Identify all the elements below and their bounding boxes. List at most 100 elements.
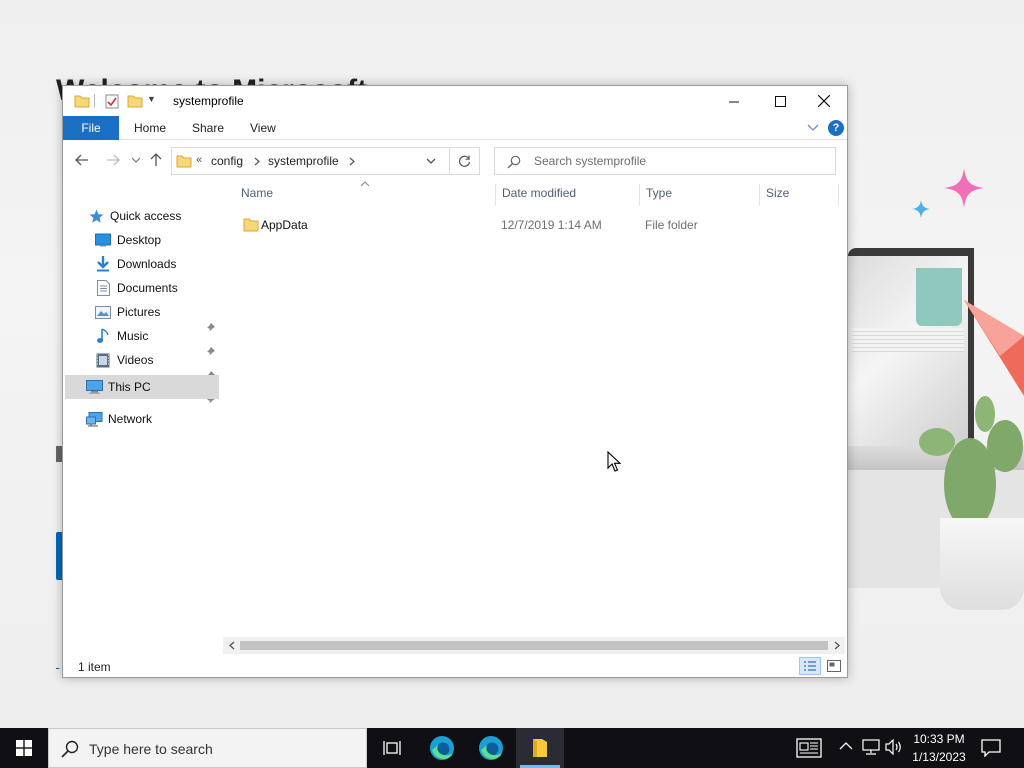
breadcrumb-overflow[interactable]: «	[196, 154, 202, 166]
volume-icon[interactable]	[885, 739, 903, 755]
nav-item-label: Quick access	[110, 209, 182, 223]
taskbar: Type here to search 10:33 PM 1/13/2023	[0, 728, 1024, 768]
start-button[interactable]	[0, 728, 48, 768]
arrow-up-icon	[150, 153, 162, 166]
recent-locations-button[interactable]	[126, 150, 146, 170]
nav-item-music[interactable]: Music	[94, 324, 148, 348]
news-and-interests-icon[interactable]	[796, 738, 822, 758]
close-button[interactable]	[801, 86, 847, 116]
tab-share[interactable]: Share	[182, 116, 234, 140]
nav-item-downloads[interactable]: Downloads	[94, 252, 176, 276]
downloads-icon	[94, 255, 112, 273]
scroll-left-button[interactable]	[223, 637, 240, 654]
edge-icon	[430, 736, 454, 760]
column-header-date-modified[interactable]: Date modified	[502, 186, 576, 204]
maximize-button[interactable]	[757, 86, 803, 116]
network-icon	[85, 410, 103, 428]
column-header-type[interactable]: Type	[646, 186, 672, 204]
chevron-right-icon[interactable]	[254, 157, 260, 166]
column-divider[interactable]	[495, 184, 496, 206]
documents-icon	[94, 279, 112, 297]
file-date-modified: 12/7/2019 1:14 AM	[501, 218, 602, 232]
forward-button[interactable]	[103, 150, 123, 170]
taskbar-app-edge[interactable]	[418, 728, 466, 768]
file-explorer-window: ▼ systemprofile File Home Share View ? «…	[62, 85, 848, 678]
properties-icon[interactable]	[105, 94, 119, 109]
tab-file[interactable]: File	[63, 116, 119, 140]
search-icon	[507, 155, 521, 169]
breadcrumb-config[interactable]: config	[211, 154, 243, 168]
nav-item-label: Network	[108, 412, 153, 426]
refresh-button[interactable]	[449, 147, 480, 175]
up-button[interactable]	[146, 150, 166, 170]
nav-item-desktop[interactable]: Desktop	[94, 228, 161, 252]
column-divider[interactable]	[759, 184, 760, 206]
pin-icon	[206, 347, 215, 356]
new-folder-icon[interactable]	[127, 94, 143, 108]
mouse-cursor-icon	[607, 451, 621, 472]
column-divider[interactable]	[838, 184, 839, 206]
navigation-pane: Quick access Desktop Downloads Documents	[63, 180, 220, 645]
network-icon[interactable]	[862, 739, 880, 755]
minimize-icon	[728, 101, 739, 102]
details-view-button[interactable]	[799, 657, 821, 675]
edge-icon	[479, 736, 503, 760]
nav-item-videos[interactable]: Videos	[94, 348, 153, 372]
expand-ribbon-chevron-icon[interactable]	[807, 121, 819, 133]
file-row[interactable]: AppData 12/7/2019 1:14 AM File folder	[238, 214, 838, 236]
large-icons-view-button[interactable]	[824, 657, 844, 675]
clock-date[interactable]: 1/13/2023	[906, 750, 972, 764]
background-link	[56, 656, 59, 670]
details-view-icon	[804, 661, 816, 671]
videos-icon	[94, 351, 112, 369]
chevron-left-icon	[228, 641, 234, 650]
ribbon-tabs: File Home Share View ?	[63, 116, 847, 140]
horizontal-scrollbar[interactable]	[223, 637, 845, 654]
scrollbar-thumb[interactable]	[240, 641, 828, 650]
show-hidden-icons-chevron-up-icon[interactable]	[839, 740, 853, 752]
task-view-icon	[383, 741, 401, 755]
tab-home[interactable]: Home	[124, 116, 176, 140]
search-box[interactable]: Search systemprofile	[494, 147, 836, 175]
chevron-down-icon	[132, 157, 140, 163]
cactus-illustration	[919, 396, 1023, 530]
books-illustration	[852, 328, 964, 352]
nav-item-label: Pictures	[117, 305, 161, 319]
customize-toolbar-dropdown-icon[interactable]: ▼	[147, 94, 156, 104]
column-divider[interactable]	[639, 184, 640, 206]
desktop-icon	[94, 231, 112, 249]
tab-view[interactable]: View	[240, 116, 286, 140]
navigation-bar: « config systemprofile Search systemprof…	[63, 140, 847, 180]
nav-item-network[interactable]: Network	[85, 407, 152, 431]
arrow-left-icon	[75, 154, 88, 166]
pictures-icon	[94, 303, 112, 321]
taskbar-app-file-explorer[interactable]	[516, 728, 564, 768]
column-header-size[interactable]: Size	[766, 186, 789, 204]
minimize-button[interactable]	[711, 86, 757, 116]
file-type: File folder	[645, 218, 698, 232]
help-button[interactable]: ?	[828, 120, 844, 136]
address-history-chevron-down-icon[interactable]	[426, 158, 436, 165]
clock-time[interactable]: 10:33 PM	[906, 732, 972, 746]
column-header-name[interactable]: Name	[241, 186, 273, 204]
file-name: AppData	[261, 218, 308, 232]
back-button[interactable]	[72, 150, 92, 170]
search-icon	[61, 740, 79, 758]
arrow-right-icon	[107, 154, 120, 166]
nav-item-quick-access[interactable]: Quick access	[87, 204, 181, 228]
pot-illustration	[940, 518, 1024, 610]
taskbar-app-edge[interactable]	[467, 728, 515, 768]
nav-item-this-pc[interactable]: This PC	[85, 375, 151, 399]
nav-item-documents[interactable]: Documents	[94, 276, 178, 300]
chevron-right-icon[interactable]	[349, 157, 355, 166]
folder-icon[interactable]	[74, 94, 90, 108]
notifications-icon[interactable]	[981, 739, 1001, 757]
scroll-right-button[interactable]	[828, 637, 845, 654]
file-list-pane[interactable]: Name Date modified Type Size AppData 12/…	[220, 180, 847, 645]
nav-item-pictures[interactable]: Pictures	[94, 300, 160, 324]
breadcrumb-systemprofile[interactable]: systemprofile	[268, 154, 339, 168]
address-bar[interactable]: « config systemprofile	[171, 147, 480, 175]
taskbar-search-box[interactable]: Type here to search	[48, 728, 367, 768]
task-view-button[interactable]	[368, 728, 416, 768]
pin-icon	[206, 323, 215, 332]
